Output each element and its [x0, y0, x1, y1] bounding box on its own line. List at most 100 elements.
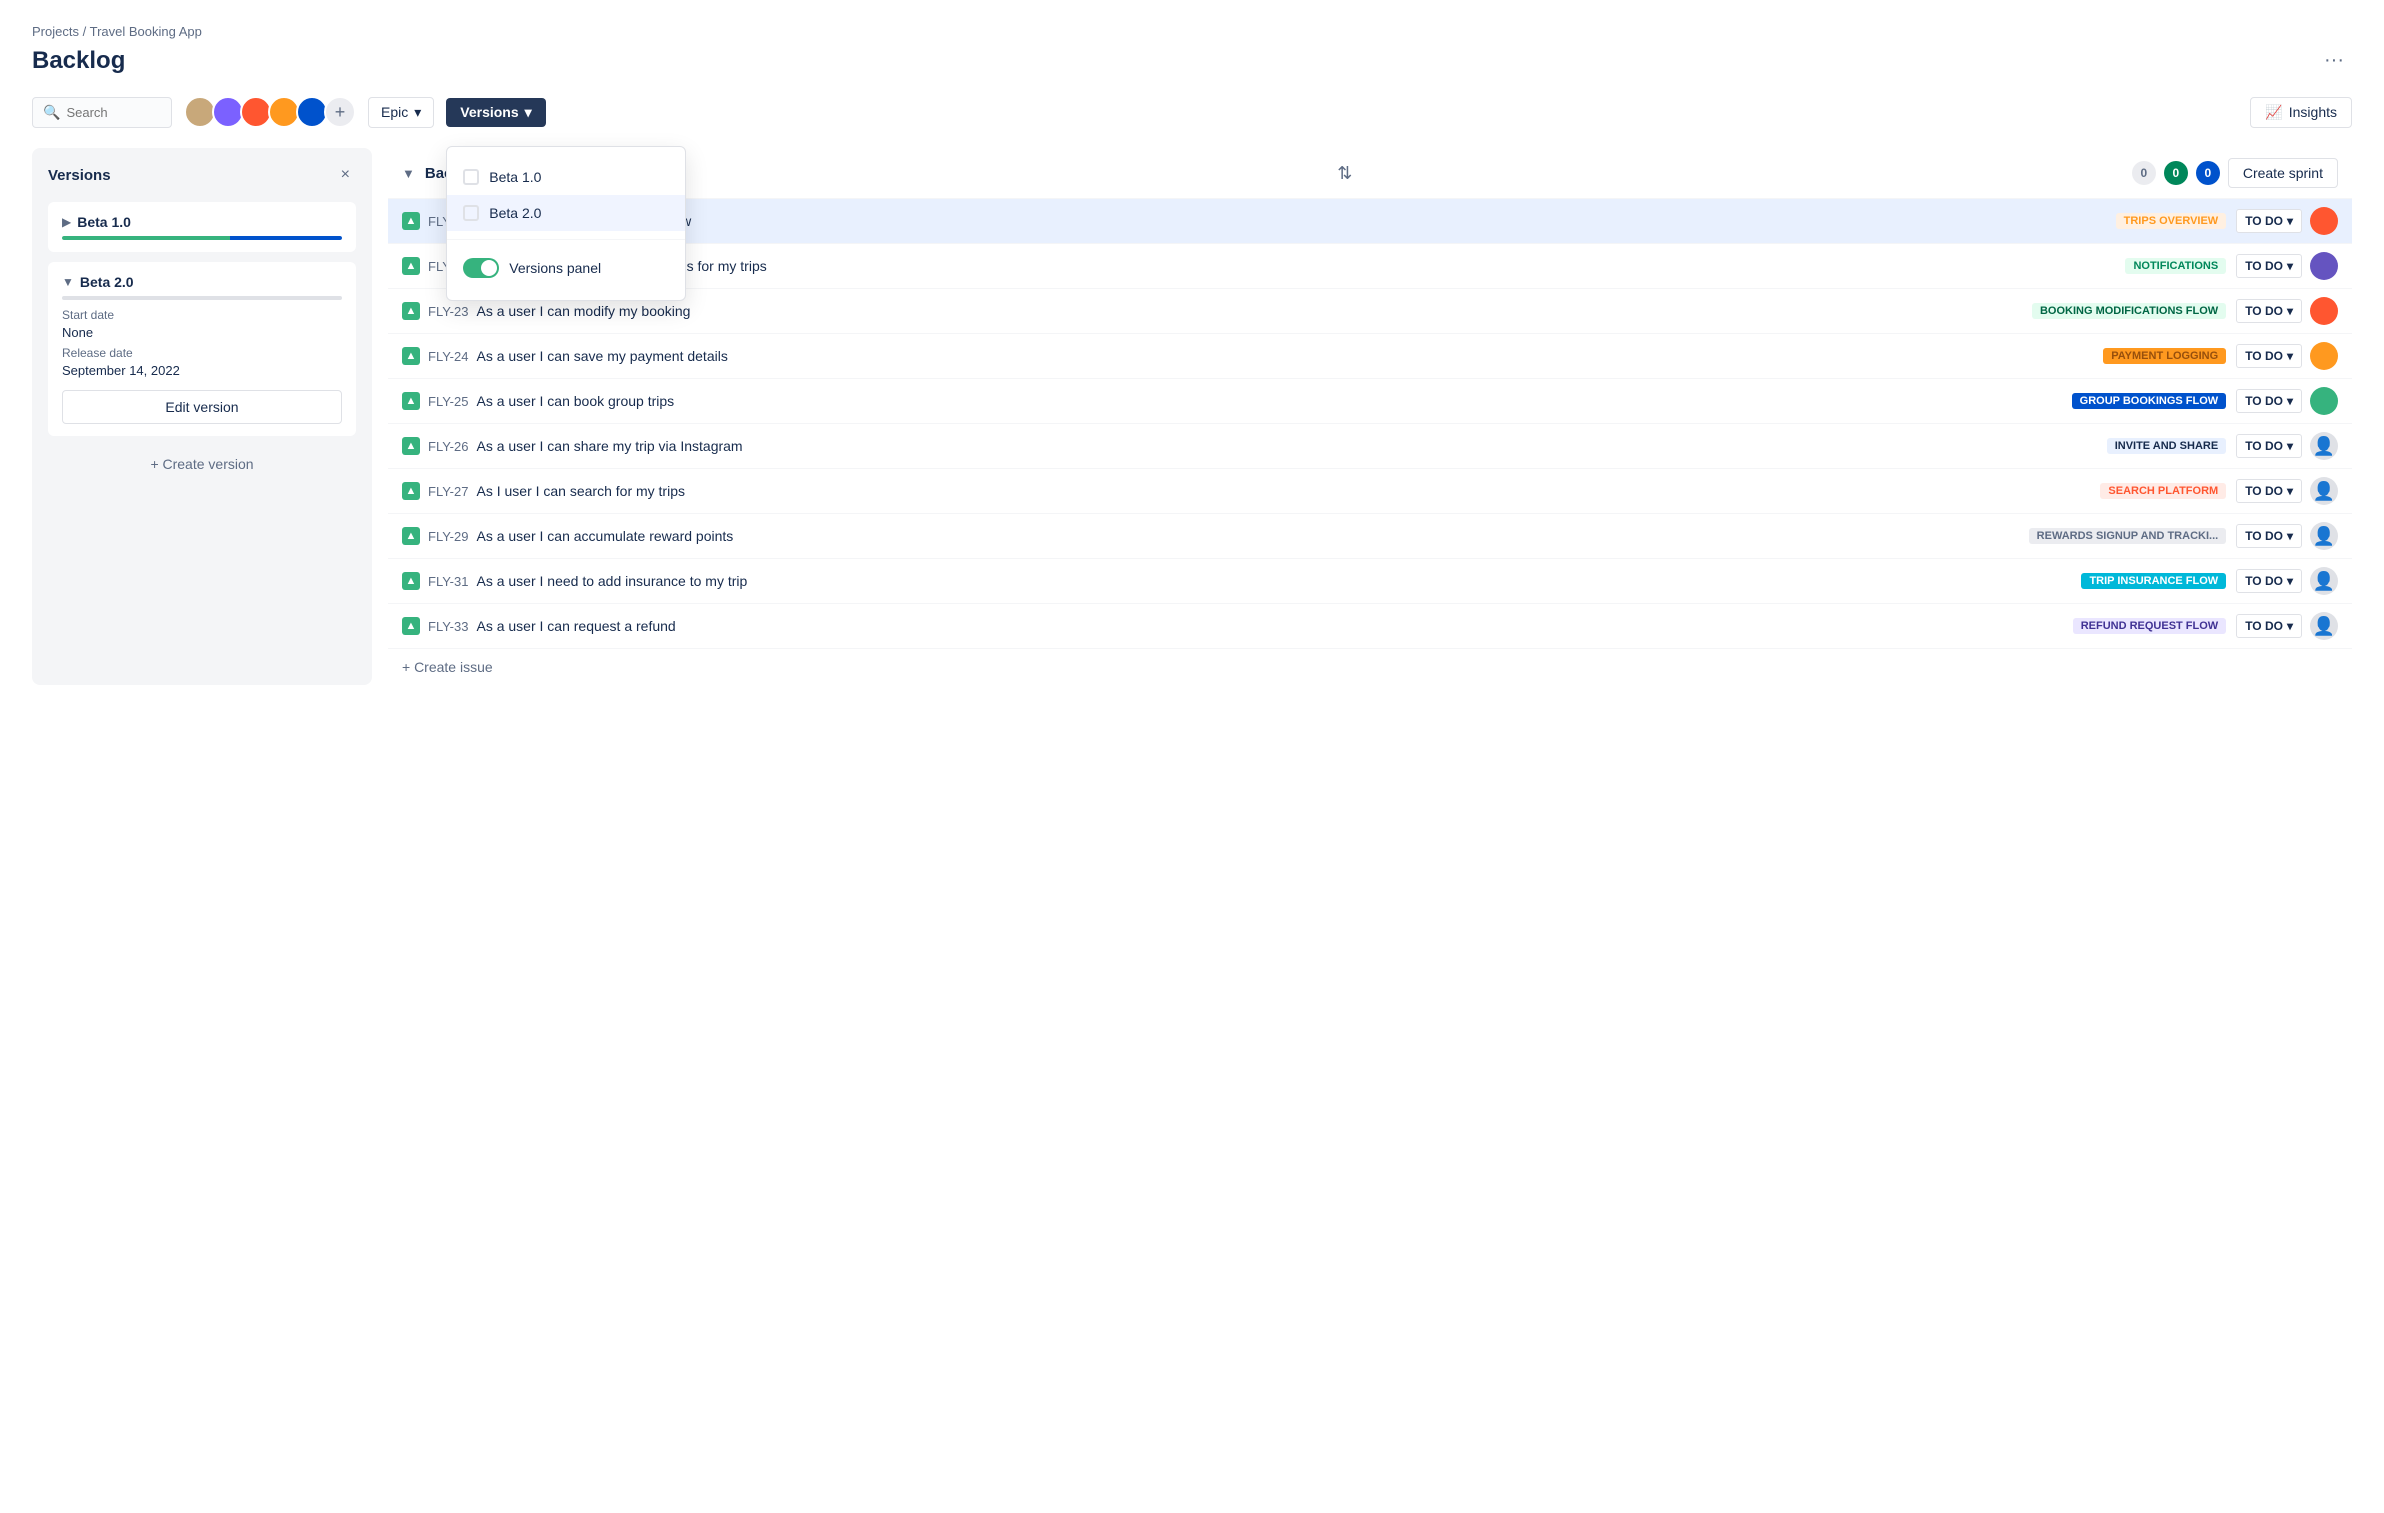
versions-dropdown: Beta 1.0 Beta 2.0 Versions panel [446, 146, 686, 301]
status-dropdown[interactable]: TO DO ▾ [2236, 344, 2302, 368]
beta2-checkbox[interactable] [463, 205, 479, 221]
issue-id: FLY-27 [428, 484, 468, 499]
table-row[interactable]: ▲ FLY-29 As a user I can accumulate rewa… [388, 513, 2352, 558]
start-date-value: None [62, 325, 93, 340]
sort-button[interactable]: ⇅ [1329, 159, 1360, 188]
issue-id: FLY-23 [428, 304, 468, 319]
add-member-button[interactable]: + [324, 96, 356, 128]
sprint-controls: 0 0 0 Create sprint [2132, 158, 2338, 188]
beta2-chevron-icon[interactable]: ▼ [62, 275, 74, 289]
more-options-button[interactable]: ··· [2316, 45, 2352, 76]
table-row[interactable]: ▲ FLY-31 As a user I need to add insuran… [388, 558, 2352, 603]
search-input[interactable] [66, 105, 161, 120]
version-beta1-header: ▶ Beta 1.0 [62, 214, 342, 230]
breadcrumb-projects[interactable]: Projects [32, 24, 79, 39]
status-label: TO DO [2245, 304, 2283, 318]
start-date-label: Start date [62, 308, 342, 322]
epic-badge[interactable]: NOTIFICATIONS [2125, 258, 2226, 274]
status-dropdown[interactable]: TO DO ▾ [2236, 254, 2302, 278]
issue-title: As a user I can accumulate reward points [476, 528, 2018, 544]
create-version-button[interactable]: + Create version [48, 446, 356, 482]
status-label: TO DO [2245, 214, 2283, 228]
avatar [2310, 207, 2338, 235]
status-dropdown[interactable]: TO DO ▾ [2236, 209, 2302, 233]
avatar [2310, 342, 2338, 370]
insights-chart-icon: 📈 [2265, 104, 2282, 121]
status-chevron-icon: ▾ [2287, 259, 2293, 273]
issue-title: As a user I can modify my booking [476, 303, 2021, 319]
dropdown-item-beta1[interactable]: Beta 1.0 [447, 159, 685, 195]
issue-id: FLY-26 [428, 439, 468, 454]
epic-badge[interactable]: REWARDS SIGNUP AND TRACKI... [2029, 528, 2227, 544]
status-dropdown[interactable]: TO DO ▾ [2236, 614, 2302, 638]
epic-badge[interactable]: REFUND REQUEST FLOW [2073, 618, 2227, 634]
beta2-release-date: Release date September 14, 2022 [62, 346, 342, 378]
sidebar-header: Versions × [48, 164, 356, 186]
avatar: 👤 [2310, 522, 2338, 550]
beta1-label: Beta 1.0 [489, 169, 541, 185]
status-dropdown[interactable]: TO DO ▾ [2236, 524, 2302, 548]
issue-title: As a user I need to add insurance to my … [476, 573, 2071, 589]
edit-version-button[interactable]: Edit version [62, 390, 342, 424]
sidebar-close-button[interactable]: × [335, 164, 356, 186]
table-row[interactable]: ▲ FLY-27 As I user I can search for my t… [388, 468, 2352, 513]
beta1-chevron-icon[interactable]: ▶ [62, 215, 71, 229]
dropdown-item-beta2[interactable]: Beta 2.0 [447, 195, 685, 231]
version-beta2-details: Start date None Release date September 1… [62, 300, 342, 424]
issue-title: As a user I can book group trips [476, 393, 2061, 409]
status-chevron-icon: ▾ [2287, 214, 2293, 228]
versions-btn-wrapper: Versions ▾ Beta 1.0 Beta 2.0 [446, 98, 545, 127]
epic-badge[interactable]: TRIP INSURANCE FLOW [2081, 573, 2226, 589]
issue-id: FLY-24 [428, 349, 468, 364]
main-layout: Versions × ▶ Beta 1.0 ▼ Beta 2.0 [32, 148, 2352, 685]
page-title-row: Backlog ··· [32, 45, 2352, 76]
badge-teal: 0 [2164, 161, 2188, 185]
insights-label: Insights [2289, 104, 2337, 120]
page-title: Backlog [32, 47, 125, 75]
epic-chevron-icon: ▾ [414, 104, 421, 121]
table-row[interactable]: ▲ FLY-33 As a user I can request a refun… [388, 603, 2352, 648]
epic-badge[interactable]: GROUP BOOKINGS FLOW [2072, 393, 2227, 409]
issue-title: As I user I can search for my trips [476, 483, 2090, 499]
beta1-checkbox[interactable] [463, 169, 479, 185]
beta2-name: Beta 2.0 [80, 274, 134, 290]
release-date-value: September 14, 2022 [62, 363, 180, 378]
table-row[interactable]: ▲ FLY-25 As a user I can book group trip… [388, 378, 2352, 423]
epic-filter-button[interactable]: Epic ▾ [368, 97, 434, 128]
search-box[interactable]: 🔍 [32, 97, 172, 128]
status-dropdown[interactable]: TO DO ▾ [2236, 569, 2302, 593]
insights-button[interactable]: 📈 Insights [2250, 97, 2352, 128]
issue-type-icon: ▲ [402, 392, 420, 410]
badge-gray: 0 [2132, 161, 2156, 185]
issue-type-icon: ▲ [402, 347, 420, 365]
issue-id: FLY-33 [428, 619, 468, 634]
epic-badge[interactable]: PAYMENT LOGGING [2103, 348, 2226, 364]
breadcrumb-separator: / [83, 24, 87, 39]
release-date-label: Release date [62, 346, 342, 360]
search-icon: 🔍 [43, 104, 60, 121]
issue-title: As a user I can save my payment details [476, 348, 2093, 364]
versions-filter-button[interactable]: Versions ▾ [446, 98, 545, 127]
epic-badge[interactable]: SEARCH PLATFORM [2100, 483, 2226, 499]
table-row[interactable]: ▲ FLY-26 As a user I can share my trip v… [388, 423, 2352, 468]
issue-title: As a user I can request a refund [476, 618, 2062, 634]
status-dropdown[interactable]: TO DO ▾ [2236, 389, 2302, 413]
avatar [2310, 297, 2338, 325]
status-dropdown[interactable]: TO DO ▾ [2236, 434, 2302, 458]
status-label: TO DO [2245, 439, 2283, 453]
create-sprint-button[interactable]: Create sprint [2228, 158, 2338, 188]
epic-badge[interactable]: INVITE AND SHARE [2107, 438, 2227, 454]
table-row[interactable]: ▲ FLY-24 As a user I can save my payment… [388, 333, 2352, 378]
backlog-chevron-icon[interactable]: ▼ [402, 166, 415, 181]
issue-type-icon: ▲ [402, 257, 420, 275]
epic-badge[interactable]: BOOKING MODIFICATIONS FLOW [2032, 303, 2226, 319]
issue-id: FLY-29 [428, 529, 468, 544]
epic-badge[interactable]: TRIPS OVERVIEW [2116, 213, 2227, 229]
status-chevron-icon: ▾ [2287, 619, 2293, 633]
versions-panel-toggle-label: Versions panel [509, 260, 601, 276]
status-dropdown[interactable]: TO DO ▾ [2236, 299, 2302, 323]
versions-panel-toggle[interactable] [463, 258, 499, 278]
toggle-knob [481, 260, 497, 276]
create-issue-button[interactable]: + Create issue [388, 648, 2352, 685]
status-dropdown[interactable]: TO DO ▾ [2236, 479, 2302, 503]
